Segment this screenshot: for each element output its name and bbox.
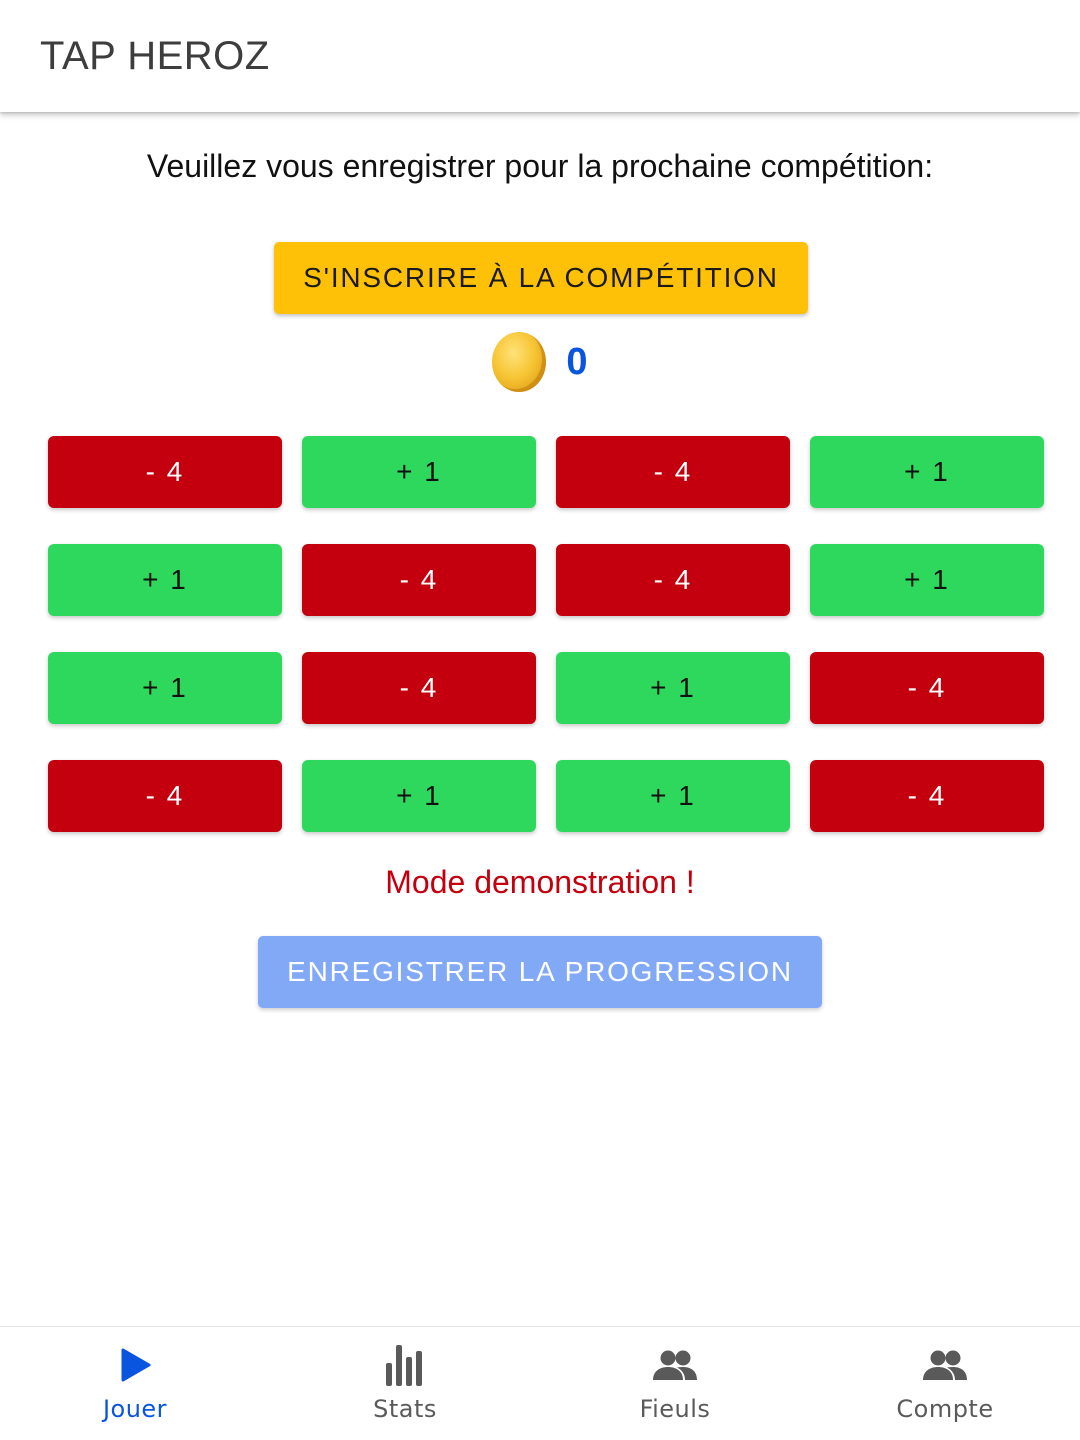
nav-item-stats[interactable]: Stats [270, 1327, 540, 1440]
coin-count: 0 [566, 340, 588, 383]
bar-chart-icon [383, 1343, 427, 1387]
tap-tile[interactable]: - 4 [48, 436, 282, 508]
save-progress-button[interactable]: ENREGISTRER LA PROGRESSION [258, 936, 822, 1008]
tap-tile[interactable]: - 4 [556, 436, 790, 508]
tap-tile[interactable]: - 4 [302, 544, 536, 616]
people-icon [653, 1343, 697, 1387]
bottom-nav: Jouer Stats Fieuls Compte [0, 1326, 1080, 1440]
registration-prompt: Veuillez vous enregistrer pour la procha… [146, 148, 934, 184]
demo-mode-notice: Mode demonstration ! [385, 864, 695, 900]
tap-tile[interactable]: - 4 [556, 544, 790, 616]
tap-tile[interactable]: + 1 [810, 544, 1044, 616]
people-icon [923, 1343, 967, 1387]
coin-balance: 0 [0, 330, 1080, 394]
tap-tile[interactable]: + 1 [302, 436, 536, 508]
tap-tile[interactable]: - 4 [48, 760, 282, 832]
nav-label: Jouer [102, 1395, 168, 1423]
tap-tile[interactable]: + 1 [48, 544, 282, 616]
tap-tile[interactable]: - 4 [810, 760, 1044, 832]
nav-label: Compte [896, 1395, 994, 1423]
coin-icon [492, 332, 547, 392]
nav-label: Fieuls [639, 1395, 711, 1423]
tap-tile[interactable]: + 1 [556, 652, 790, 724]
tap-tile[interactable]: - 4 [810, 652, 1044, 724]
play-icon [113, 1343, 157, 1387]
nav-item-jouer[interactable]: Jouer [0, 1327, 270, 1440]
app-bar: TAP HEROZ [0, 0, 1080, 112]
tap-grid: - 4 + 1 - 4 + 1 + 1 - 4 - 4 + 1 + 1 - 4 … [48, 436, 1044, 832]
tap-tile[interactable]: + 1 [302, 760, 536, 832]
nav-item-compte[interactable]: Compte [810, 1327, 1080, 1440]
app-title: TAP HEROZ [40, 34, 270, 78]
nav-item-fieuls[interactable]: Fieuls [540, 1327, 810, 1440]
register-competition-button[interactable]: S'INSCRIRE À LA COMPÉTITION [274, 242, 808, 314]
tap-tile[interactable]: + 1 [556, 760, 790, 832]
nav-label: Stats [373, 1395, 437, 1423]
tap-tile[interactable]: + 1 [810, 436, 1044, 508]
tap-tile[interactable]: + 1 [48, 652, 282, 724]
tap-tile[interactable]: - 4 [302, 652, 536, 724]
